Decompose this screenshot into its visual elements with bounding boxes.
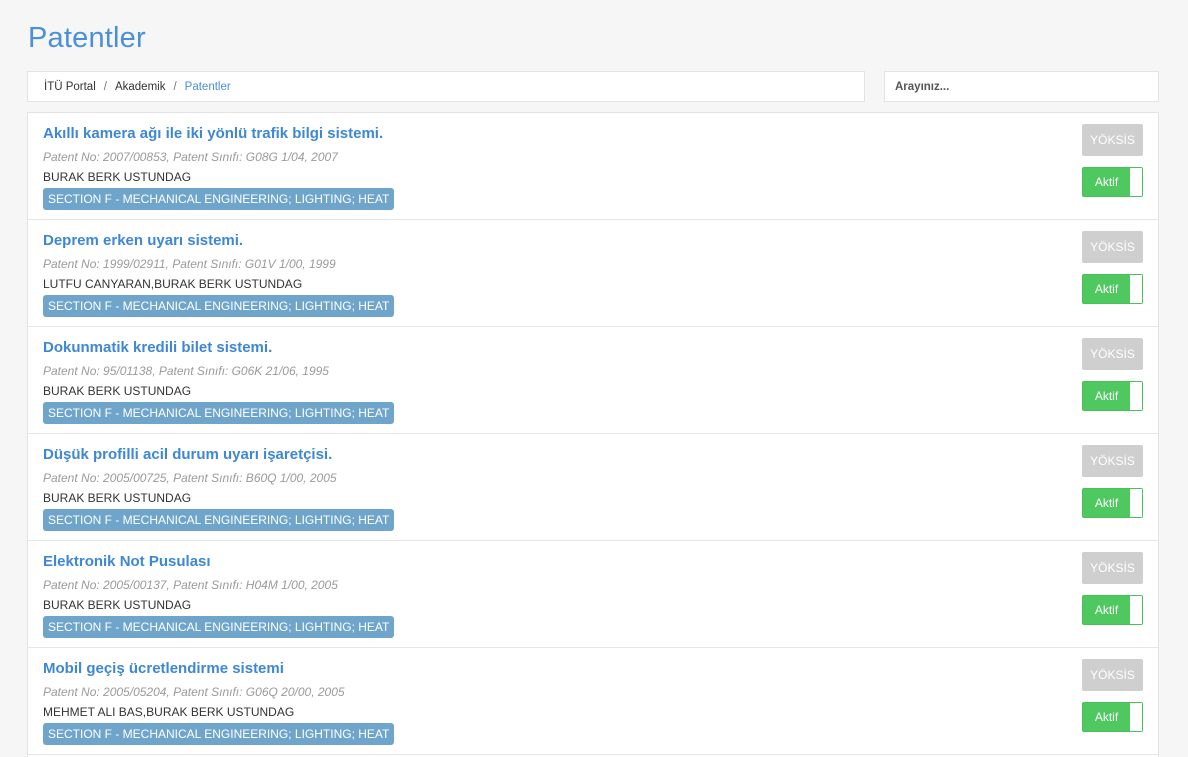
patent-item: Elektronik Not Pusulası Patent No: 2005/… (28, 541, 1158, 648)
status-toggle-label: Aktif (1083, 596, 1130, 624)
patent-list: Akıllı kamera ağı ile iki yönlü trafik b… (27, 112, 1159, 757)
yoksis-button[interactable]: YÖKSİS (1082, 338, 1143, 370)
search-box (884, 71, 1159, 102)
search-input[interactable] (885, 72, 1158, 101)
toggle-knob (1130, 703, 1142, 731)
status-toggle[interactable]: Aktif (1082, 488, 1143, 518)
patent-title-link[interactable]: Akıllı kamera ağı ile iki yönlü trafik b… (43, 125, 383, 142)
patent-item: Düşük profilli acil durum uyarı işaretçi… (28, 434, 1158, 541)
patent-section-badge: SECTION F - MECHANICAL ENGINEERING; LIGH… (43, 402, 395, 424)
yoksis-button[interactable]: YÖKSİS (1082, 231, 1143, 263)
patent-authors: BURAK BERK USTUNDAG (43, 384, 192, 398)
patent-item: Dokunmatik kredili bilet sistemi. Patent… (28, 327, 1158, 434)
patent-meta: Patent No: 1999/02911, Patent Sınıfı: G0… (43, 257, 336, 271)
status-toggle[interactable]: Aktif (1082, 702, 1143, 732)
toggle-knob (1130, 275, 1142, 303)
yoksis-button[interactable]: YÖKSİS (1082, 124, 1143, 156)
status-toggle[interactable]: Aktif (1082, 595, 1143, 625)
status-toggle[interactable]: Aktif (1082, 274, 1143, 304)
toggle-knob (1130, 168, 1142, 196)
patent-item: Mobil geçiş ücretlendirme sistemi Patent… (28, 648, 1158, 755)
page-title: Patentler (28, 22, 146, 54)
patent-title-link[interactable]: Elektronik Not Pusulası (43, 553, 211, 570)
status-toggle-label: Aktif (1083, 703, 1130, 731)
patent-authors: LUTFU CANYARAN,BURAK BERK USTUNDAG (43, 277, 303, 291)
status-toggle[interactable]: Aktif (1082, 381, 1143, 411)
breadcrumb-separator: / (173, 80, 177, 93)
patent-meta: Patent No: 95/01138, Patent Sınıfı: G06K… (43, 364, 329, 378)
patent-authors: BURAK BERK USTUNDAG (43, 170, 192, 184)
patent-meta: Patent No: 2005/00137, Patent Sınıfı: H0… (43, 578, 338, 592)
yoksis-button[interactable]: YÖKSİS (1082, 552, 1143, 584)
toggle-knob (1130, 382, 1142, 410)
status-toggle-label: Aktif (1083, 168, 1130, 196)
patent-authors: MEHMET ALI BAS,BURAK BERK USTUNDAG (43, 705, 295, 719)
patent-section-badge: SECTION F - MECHANICAL ENGINEERING; LIGH… (43, 723, 395, 745)
breadcrumb-item-patentler: Patentler (184, 80, 231, 93)
patent-title-link[interactable]: Deprem erken uyarı sistemi. (43, 232, 243, 249)
patent-title-link[interactable]: Dokunmatik kredili bilet sistemi. (43, 339, 272, 356)
yoksis-button[interactable]: YÖKSİS (1082, 659, 1143, 691)
toggle-knob (1130, 489, 1142, 517)
patent-item: Deprem erken uyarı sistemi. Patent No: 1… (28, 220, 1158, 327)
status-toggle-label: Aktif (1083, 275, 1130, 303)
breadcrumb-item-akademik[interactable]: Akademik (115, 81, 166, 93)
patent-section-badge: SECTION F - MECHANICAL ENGINEERING; LIGH… (43, 616, 395, 638)
patent-meta: Patent No: 2005/05204, Patent Sınıfı: G0… (43, 685, 345, 699)
status-toggle-label: Aktif (1083, 382, 1130, 410)
toggle-knob (1130, 596, 1142, 624)
patent-meta: Patent No: 2007/00853, Patent Sınıfı: G0… (43, 150, 338, 164)
patent-item: Akıllı kamera ağı ile iki yönlü trafik b… (28, 113, 1158, 220)
patent-section-badge: SECTION F - MECHANICAL ENGINEERING; LIGH… (43, 509, 395, 531)
patent-section-badge: SECTION F - MECHANICAL ENGINEERING; LIGH… (43, 188, 395, 210)
patent-section-badge: SECTION F - MECHANICAL ENGINEERING; LIGH… (43, 295, 395, 317)
status-toggle-label: Aktif (1083, 489, 1130, 517)
patent-authors: BURAK BERK USTUNDAG (43, 598, 192, 612)
yoksis-button[interactable]: YÖKSİS (1082, 445, 1143, 477)
breadcrumb-item-itu-portal[interactable]: İTÜ Portal (44, 81, 96, 93)
patent-meta: Patent No: 2005/00725, Patent Sınıfı: B6… (43, 471, 337, 485)
patent-title-link[interactable]: Mobil geçiş ücretlendirme sistemi (43, 660, 284, 677)
breadcrumb: İTÜ Portal / Akademik / Patentler (27, 71, 865, 102)
breadcrumb-separator: / (103, 80, 107, 93)
patent-title-link[interactable]: Düşük profilli acil durum uyarı işaretçi… (43, 446, 332, 463)
patent-authors: BURAK BERK USTUNDAG (43, 491, 192, 505)
status-toggle[interactable]: Aktif (1082, 167, 1143, 197)
